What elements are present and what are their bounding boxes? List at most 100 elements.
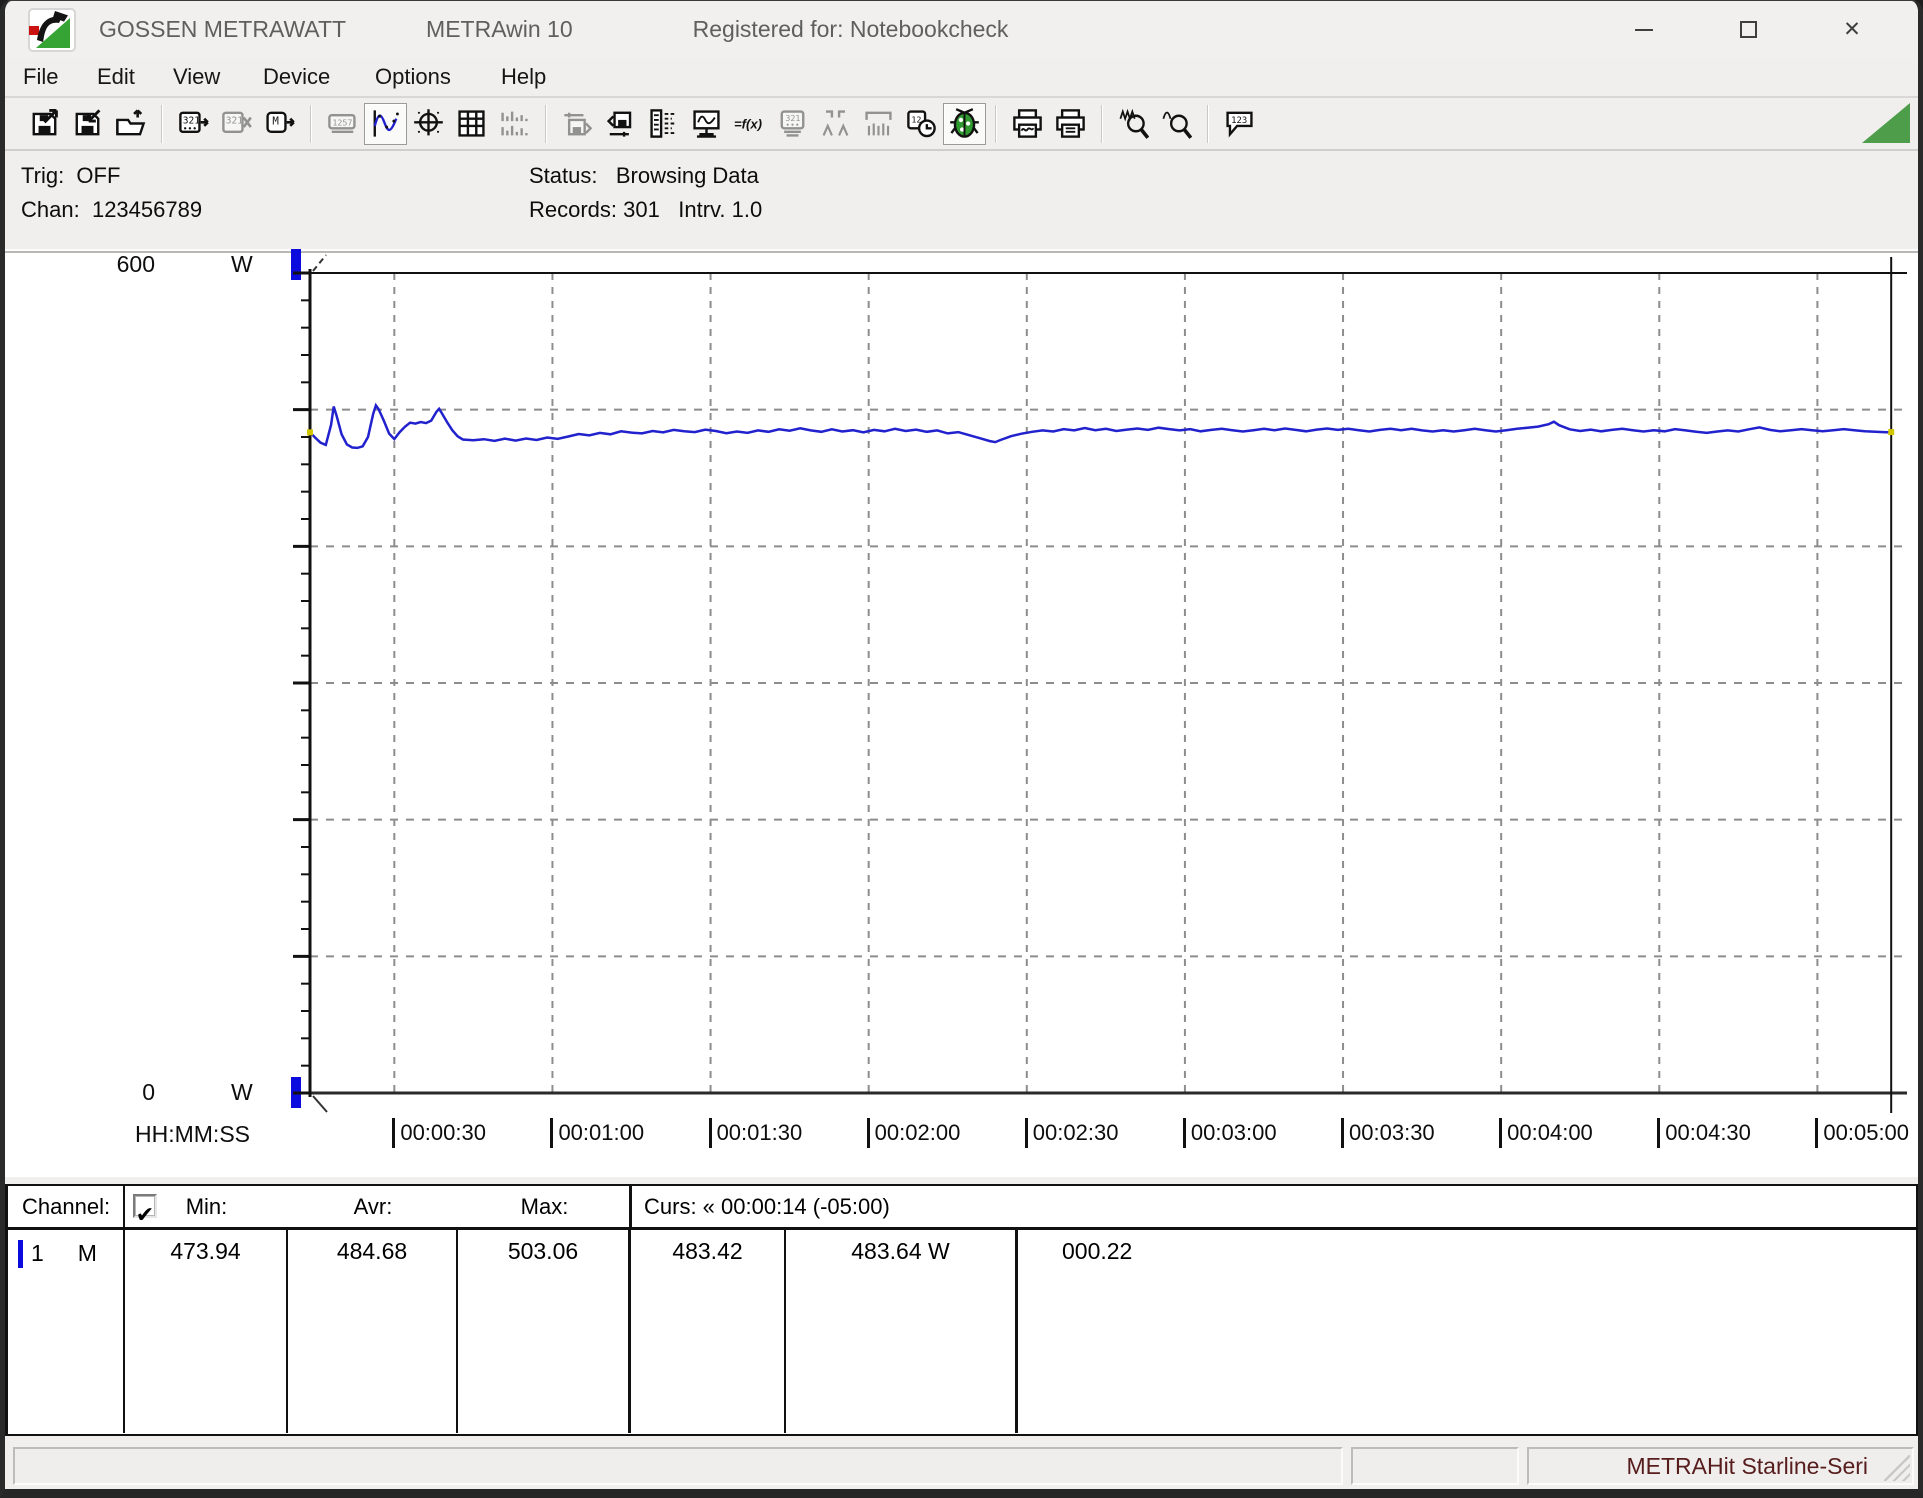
- svg-text:123: 123: [1231, 116, 1247, 126]
- resize-grip[interactable]: [1884, 1455, 1910, 1481]
- svg-text:M: M: [272, 115, 278, 128]
- device-321-read-button: 321: [771, 103, 814, 145]
- comment-123-button[interactable]: 123: [1218, 103, 1261, 145]
- save-export-button[interactable]: [23, 103, 66, 145]
- svg-text:321: 321: [226, 116, 243, 127]
- zoom-in-button[interactable]: [1112, 103, 1155, 145]
- x-tick-label: 00:05:00: [1815, 1118, 1909, 1148]
- maximize-button[interactable]: [1696, 8, 1800, 52]
- cursor-left-value: 483.42: [631, 1230, 786, 1433]
- print-curve-button[interactable]: [1006, 103, 1049, 145]
- x-axis-title: HH:MM:SS: [135, 1121, 250, 1147]
- svg-text:321: 321: [785, 113, 800, 123]
- menu-edit[interactable]: Edit: [97, 62, 173, 92]
- menu-help[interactable]: Help: [501, 62, 546, 92]
- title-bar: GOSSEN METRAWATT METRAwin 10 Registered …: [5, 1, 1918, 58]
- slider-restore-button[interactable]: [599, 103, 642, 145]
- status-label: Status: Browsing Data: [529, 163, 759, 188]
- bug-button[interactable]: [943, 102, 986, 145]
- crosshair-target-button[interactable]: [407, 103, 450, 145]
- waveform-button: [857, 103, 900, 145]
- title-registered: Registered for: Notebookcheck: [692, 16, 1009, 42]
- toolbar-separator: [545, 104, 547, 143]
- menu-options[interactable]: Options: [375, 62, 501, 92]
- open-folder-button[interactable]: [109, 103, 152, 145]
- device-321-export-button[interactable]: 321: [172, 103, 215, 145]
- channel-color-bar: [18, 1240, 23, 1268]
- close-button[interactable]: ✕: [1800, 8, 1904, 52]
- x-tick-label: 00:00:30: [392, 1118, 486, 1148]
- toolbar-separator: [310, 104, 312, 143]
- x-tick-label: 00:02:30: [1024, 1118, 1118, 1148]
- chan-value: 123456789: [91, 197, 203, 222]
- slider-restore-icon: [606, 111, 632, 137]
- trig-value: OFF: [76, 163, 121, 188]
- avr-header: Avr:: [353, 1194, 393, 1219]
- device-321-disconnect-icon: 321: [222, 111, 252, 134]
- acquisition-status-panel: Trig: OFF Status: Browsing Data Chan: 12…: [5, 151, 1918, 251]
- menu-view[interactable]: View: [173, 62, 263, 92]
- save-import-button[interactable]: [66, 103, 109, 145]
- cursor-header: Curs: « 00:00:14 (-05:00): [629, 1186, 1916, 1227]
- x-tick-label: 00:04:00: [1499, 1118, 1593, 1148]
- channel-list-button[interactable]: [642, 103, 685, 145]
- monitor-live-button[interactable]: [685, 103, 728, 145]
- records-value: 301: [623, 197, 660, 222]
- recorder-clock-button[interactable]: 12: [900, 103, 943, 145]
- min-value: 473.94: [125, 1230, 288, 1433]
- comment-123-icon: 123: [1226, 111, 1253, 138]
- toolbar-separator: [1101, 104, 1103, 143]
- channel-visible-checkbox[interactable]: ✔: [133, 1194, 157, 1226]
- device-m-export-button[interactable]: M: [258, 103, 301, 145]
- slider-save-icon: [564, 112, 593, 136]
- print-curve-icon: [1013, 109, 1042, 138]
- statusbar-panel-secondary: [1351, 1447, 1519, 1485]
- data-table-button[interactable]: [450, 103, 493, 145]
- menu-device[interactable]: Device: [263, 62, 375, 92]
- formula-fx-button[interactable]: =f(x): [728, 103, 771, 145]
- app-window: GOSSEN METRAWATT METRAwin 10 Registered …: [0, 0, 1923, 1498]
- cursor-right-value: 483.64 W: [786, 1230, 1018, 1433]
- records-label: Records: 301 Intrv. 1.0: [529, 197, 763, 222]
- x-tick-label: 00:02:00: [866, 1118, 960, 1148]
- menu-bar: File Edit View Device Options Help: [5, 58, 1918, 96]
- measurement-table: Channel: ✔ Min: Avr: Max: Curs: « 00:00:…: [5, 1184, 1918, 1436]
- trig-label: Trig: OFF: [21, 163, 121, 188]
- interval-label: Intrv.: [678, 197, 726, 222]
- device-321-read-icon: 321: [780, 110, 805, 137]
- max-header: Max:: [520, 1194, 569, 1219]
- measurement-table-row: 1 M 473.94 484.68 503.06 483.42 483.64 W…: [8, 1230, 1916, 1433]
- menu-file[interactable]: File: [23, 62, 97, 92]
- x-tick-label: 00:01:00: [550, 1118, 644, 1148]
- plot-svg[interactable]: [5, 253, 1918, 1179]
- max-value: 503.06: [458, 1230, 631, 1433]
- channel-header: Channel:: [8, 1186, 125, 1227]
- app-logo-icon: [28, 7, 76, 52]
- minimize-button[interactable]: [1592, 8, 1696, 52]
- x-tick-label: 00:03:30: [1341, 1118, 1435, 1148]
- save-export-icon: [32, 108, 58, 136]
- monitor-live-icon: [693, 110, 720, 138]
- print-report-icon: [1056, 109, 1085, 138]
- svg-text:321: 321: [183, 116, 200, 127]
- channel-list-icon: [650, 109, 676, 138]
- zoom-out-button[interactable]: [1155, 103, 1198, 145]
- maximize-icon: [1739, 21, 1757, 38]
- connected-device-label: METRAHit Starline-Seri: [1626, 1452, 1868, 1479]
- probes-button: [814, 103, 857, 145]
- waveform-icon: [865, 111, 892, 136]
- formula-fx-icon: =f(x): [734, 116, 762, 131]
- curve-chart-button[interactable]: [364, 102, 407, 145]
- stats-header: ✔ Min: Avr: Max:: [125, 1186, 631, 1227]
- crosshair-target-icon: [414, 109, 443, 136]
- x-tick-label: 00:04:30: [1657, 1118, 1751, 1148]
- slider-save-button: [556, 103, 599, 145]
- minimize-icon: [1635, 28, 1653, 31]
- print-report-button[interactable]: [1049, 103, 1092, 145]
- status-bar: METRAHit Starline-Seri: [5, 1442, 1918, 1489]
- curve-chart-icon: [373, 110, 399, 137]
- toolbar: 321 321 M 1257 =f(x) 321 12 123: [5, 96, 1918, 151]
- status-value: Browsing Data: [615, 163, 759, 188]
- toolbar-separator: [995, 104, 997, 143]
- open-folder-icon: [116, 109, 146, 136]
